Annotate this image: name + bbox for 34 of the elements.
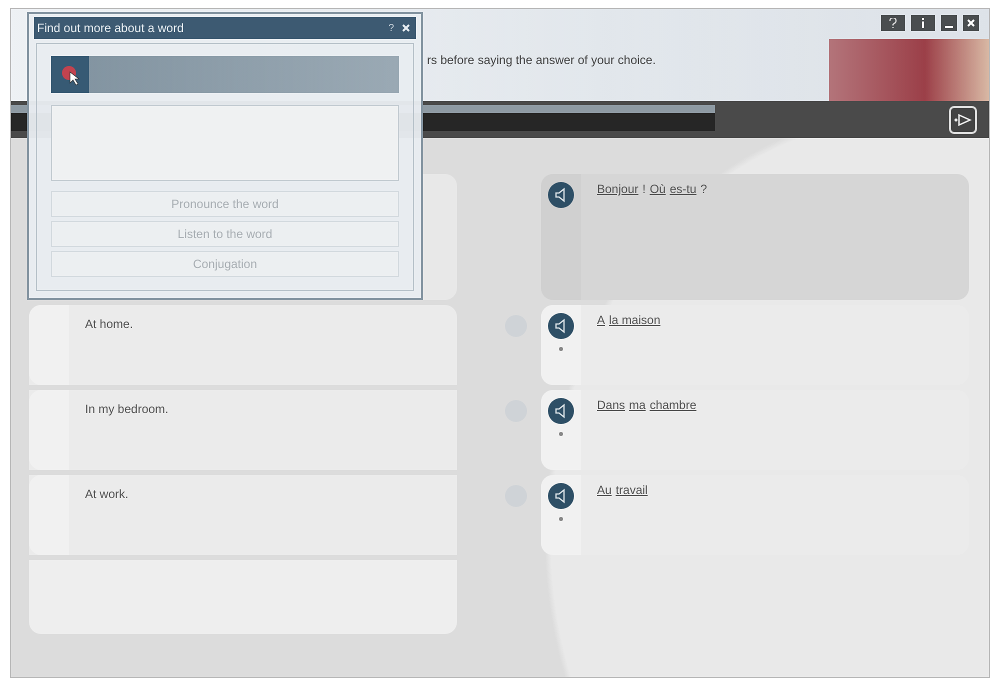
speaker-icon[interactable] [548, 313, 574, 339]
word-link[interactable]: Bonjour [597, 182, 638, 196]
word-link[interactable]: Dans [597, 398, 626, 412]
speaker-icon[interactable] [548, 398, 574, 424]
word-link[interactable]: es-tu [670, 182, 696, 196]
play-icon [954, 113, 972, 127]
close-icon[interactable] [963, 15, 979, 31]
word-link[interactable]: la maison [609, 313, 660, 327]
record-cursor-icon [60, 64, 80, 86]
dot-icon [559, 347, 563, 351]
next-button[interactable] [949, 106, 977, 134]
prompt-text: In my bedroom. [85, 402, 168, 416]
instruction-text: rs before saying the answer of your choice. [427, 53, 656, 67]
word-link[interactable]: A [597, 313, 606, 327]
help-button[interactable]: ? [388, 22, 394, 34]
info-icon[interactable] [911, 15, 935, 31]
word-link[interactable]: Au [597, 483, 612, 497]
word-link[interactable]: Où [650, 182, 666, 196]
record-button[interactable] [51, 56, 89, 93]
dot-icon [559, 517, 563, 521]
word-link[interactable]: ma [629, 398, 646, 412]
prompt-text: At work. [85, 487, 128, 501]
close-icon[interactable] [402, 24, 410, 32]
dot-icon [559, 432, 563, 436]
word-link[interactable]: chambre [650, 398, 696, 412]
prompt-text: At home. [85, 317, 134, 331]
punctuation-text: ! [642, 182, 646, 196]
minimize-icon[interactable] [941, 15, 957, 31]
punctuation-text: ? [700, 182, 708, 196]
speaker-icon[interactable] [548, 483, 574, 509]
speaker-icon[interactable] [548, 182, 574, 208]
dialog-title: Find out more about a word [37, 21, 185, 35]
help-icon[interactable] [881, 15, 905, 31]
word-link[interactable]: travail [616, 483, 648, 497]
